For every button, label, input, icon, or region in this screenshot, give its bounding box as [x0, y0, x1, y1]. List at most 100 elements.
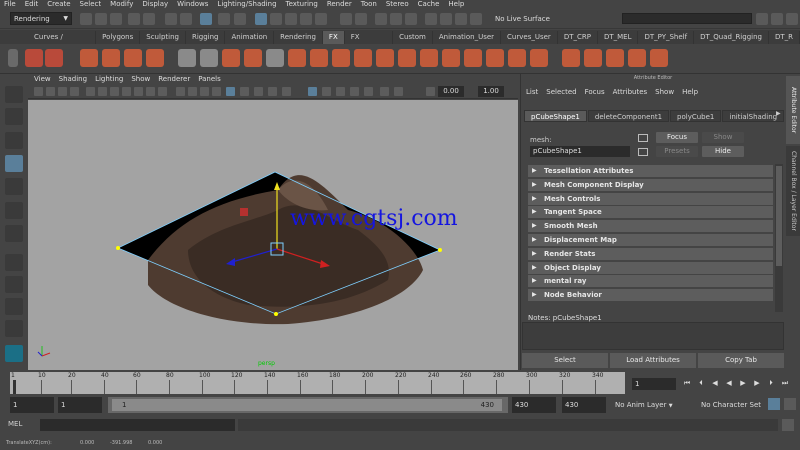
emitter-icon[interactable]: [45, 49, 63, 67]
animation-prefs-icon[interactable]: [784, 398, 796, 410]
anim-end-field[interactable]: 430: [512, 397, 556, 413]
lighting-icon[interactable]: [226, 87, 235, 96]
current-frame-field[interactable]: 1: [632, 378, 676, 390]
redo-icon[interactable]: [143, 13, 155, 25]
xray-icon[interactable]: [254, 87, 263, 96]
shelf-tab[interactable]: DT_R: [769, 31, 800, 44]
quick-search-input[interactable]: [622, 13, 752, 24]
select-button[interactable]: Select: [522, 353, 608, 368]
shelf-tab[interactable]: Rigging: [186, 31, 226, 44]
attr-section[interactable]: ▶ Mesh Component Display: [528, 178, 773, 191]
attr-menu-list[interactable]: List: [526, 88, 538, 96]
textured-icon[interactable]: [212, 87, 221, 96]
magnet-icon[interactable]: [425, 13, 437, 25]
start-time-field[interactable]: 1: [10, 397, 54, 413]
gate-mask-icon[interactable]: [122, 87, 131, 96]
menu-cache[interactable]: Cache: [418, 0, 440, 9]
shelf-menu-icon[interactable]: [8, 49, 18, 67]
air-field-icon[interactable]: [178, 49, 196, 67]
particle-tool-icon[interactable]: [25, 49, 43, 67]
expand-arrow-icon[interactable]: ▶: [532, 234, 537, 246]
uniform-field-icon[interactable]: [310, 49, 328, 67]
color-manage-icon[interactable]: [426, 87, 435, 96]
side-tab-channel-box[interactable]: Channel Box / Layer Editor: [786, 146, 800, 236]
shirt-5-icon[interactable]: [650, 49, 668, 67]
step-back-key-icon[interactable]: ⏴: [696, 378, 706, 388]
node-tab[interactable]: polyCube1: [670, 110, 722, 122]
copy-tab-button[interactable]: Copy Tab: [698, 353, 784, 368]
hypershade-icon[interactable]: [470, 13, 482, 25]
panel-menu-show[interactable]: Show: [131, 75, 150, 83]
history-icon[interactable]: [340, 13, 352, 25]
rotate-tool-icon[interactable]: [5, 178, 23, 195]
play-backward-icon[interactable]: ◀: [724, 378, 734, 388]
hair-icon[interactable]: [464, 49, 482, 67]
undo-icon[interactable]: [128, 13, 140, 25]
motion-blur-icon[interactable]: [336, 87, 345, 96]
gamma-field[interactable]: 1.00: [478, 86, 504, 97]
newton-field-icon[interactable]: [244, 49, 262, 67]
attr-menu-selected[interactable]: Selected: [546, 88, 576, 96]
nucleus-icon[interactable]: [376, 49, 394, 67]
menu-create[interactable]: Create: [47, 0, 70, 9]
focus-icon[interactable]: [638, 134, 648, 142]
shelf-tab[interactable]: Sculpting: [140, 31, 186, 44]
nrigid-icon[interactable]: [420, 49, 438, 67]
hide-button[interactable]: Hide: [702, 146, 744, 157]
menu-set-dropdown[interactable]: Rendering ▼: [10, 12, 72, 25]
outliner-layout-icon[interactable]: [5, 320, 23, 337]
bookmark-icon[interactable]: [58, 87, 67, 96]
attr-menu-show[interactable]: Show: [655, 88, 674, 96]
step-back-frame-icon[interactable]: ◀: [710, 378, 720, 388]
volume-axis-icon[interactable]: [354, 49, 372, 67]
shelf-tab[interactable]: Custom: [393, 31, 433, 44]
open-scene-icon[interactable]: [95, 13, 107, 25]
constraint-icon[interactable]: [442, 49, 460, 67]
panel-menu-lighting[interactable]: Lighting: [95, 75, 123, 83]
shelf-tab[interactable]: FX: [322, 31, 345, 44]
depth-of-field-icon[interactable]: [364, 87, 373, 96]
go-to-start-icon[interactable]: ⏮: [682, 378, 692, 388]
snap-view-icon[interactable]: [300, 13, 312, 25]
ncloth-icon[interactable]: [398, 49, 416, 67]
four-view-icon[interactable]: [5, 276, 23, 293]
screen-space-ao-icon[interactable]: [322, 87, 331, 96]
save-scene-icon[interactable]: [110, 13, 122, 25]
attr-section[interactable]: ▶ Mesh Controls: [528, 192, 773, 205]
range-slider-thumb[interactable]: 1 430: [112, 399, 502, 411]
menu-texturing[interactable]: Texturing: [286, 0, 318, 9]
side-tab-attribute-editor[interactable]: Attribute Editor: [786, 76, 800, 144]
scale-tool-icon[interactable]: [5, 202, 23, 219]
menu-display[interactable]: Display: [142, 0, 168, 9]
load-attributes-button[interactable]: Load Attributes: [610, 353, 696, 368]
attr-section[interactable]: ▶ Tessellation Attributes: [528, 165, 773, 177]
resolution-gate-icon[interactable]: [110, 87, 119, 96]
mask-icon[interactable]: [218, 13, 230, 25]
io-icon[interactable]: [355, 13, 367, 25]
snap-curve-icon[interactable]: [270, 13, 282, 25]
vortex-field-icon[interactable]: [332, 49, 350, 67]
shirt-3-icon[interactable]: [606, 49, 624, 67]
attr-section[interactable]: ▶ Tangent Space: [528, 206, 773, 219]
attr-section[interactable]: ▶ Smooth Mesh: [528, 220, 773, 233]
attr-section[interactable]: ▶ mental ray: [528, 275, 773, 288]
menu-render[interactable]: Render: [327, 0, 352, 9]
gravity-field-icon[interactable]: [222, 49, 240, 67]
menu-edit[interactable]: Edit: [25, 0, 39, 9]
toon-icon[interactable]: [530, 49, 548, 67]
panel-menu-panels[interactable]: Panels: [198, 75, 221, 83]
shelf-tab[interactable]: Animation_User: [433, 31, 502, 44]
expand-arrow-icon[interactable]: ▶: [532, 248, 537, 260]
script-editor-icon[interactable]: [782, 419, 794, 431]
menu-windows[interactable]: Windows: [177, 0, 208, 9]
menu-select[interactable]: Select: [80, 0, 102, 9]
fluid-emitter-icon[interactable]: [102, 49, 120, 67]
expand-arrow-icon[interactable]: ▶: [532, 193, 537, 205]
node-tab[interactable]: initialShading: [722, 110, 785, 122]
mask-curves-icon[interactable]: [234, 13, 246, 25]
attr-menu-attributes[interactable]: Attributes: [613, 88, 648, 96]
auto-key-icon[interactable]: [768, 398, 780, 410]
shelf-tab[interactable]: DT_CRP: [558, 31, 598, 44]
expand-arrow-icon[interactable]: ▶: [532, 179, 537, 191]
exposure-icon[interactable]: [380, 87, 389, 96]
